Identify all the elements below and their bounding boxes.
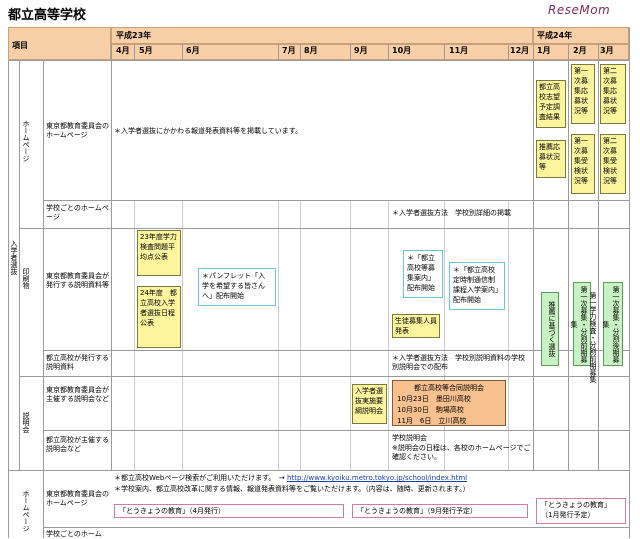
godo-title: 都立高校等合同説明会 (414, 384, 484, 392)
logo-text-1: Rese (548, 3, 580, 17)
logo-text-2: Mom (579, 3, 611, 17)
month-7: 7月 (282, 46, 296, 55)
row-school-hp: 学校ごとのホームページ (46, 204, 109, 221)
box-kyoiku-3: 「とうきょうの教育」 （1月発行予定） (536, 498, 626, 524)
row-board-info: 東京都教育委員会が主催する説明会など (46, 386, 109, 403)
godo-line-2: 10月30日 駒場高校 (397, 406, 464, 414)
month-12: 12月 (510, 46, 530, 55)
category-main: 入学者選抜 (10, 240, 18, 275)
category-print: 印刷物 (22, 268, 30, 289)
box-nittei: 24年度 都立高校入学者選抜日程公表 (137, 286, 181, 348)
note-school-info1: 学校説明会 (392, 434, 427, 442)
box-seito-boshu: 生徒募集人員発表 (392, 314, 440, 338)
month-10: 10月 (392, 46, 412, 55)
box-boshu-annai: ＊「都立高校等募集案内」配布開始 (403, 250, 443, 298)
box-first-bunkatsu-go: 第一次募集・分割後期募集 (602, 282, 623, 366)
box-first-jukken: 第一次募集受検状況等 (571, 134, 595, 194)
box-suisen-kizuku: 推薦に基づく選抜 (541, 292, 559, 366)
site-logo: ReseMom (548, 3, 610, 17)
month-1: 1月 (537, 46, 551, 55)
web-note-text: ＊都立高校Webページ検索がご利用いただけます。 → (114, 474, 285, 482)
month-4: 4月 (116, 46, 130, 55)
note-web: ＊都立高校Webページ検索がご利用いただけます。 → http://www.ky… (114, 474, 467, 483)
month-2: 2月 (573, 46, 587, 55)
note-press: ＊学校案内、都立高校改革に関する情報、報道発表資料等をご覧いただけます。（内容は… (114, 485, 470, 493)
box-gakuryoku: 23年度学力検査問題平均点公表 (137, 230, 181, 276)
month-8: 8月 (304, 46, 318, 55)
note-board-hp: ＊入学者選抜にかかわる報道発表資料等を掲載しています。 (114, 127, 303, 135)
web-url-link[interactable]: http://www.kyoiku.metro.tokyo.jp/school/… (287, 474, 467, 482)
year1-label: 平成23年 (116, 31, 152, 40)
box-first-kekka: 第一学力検査・分割前期募集 (589, 291, 597, 383)
box-second-jukken: 第二次募集受検状況等 (600, 134, 626, 194)
godo-line-1: 10月23日 墨田川高校 (397, 395, 471, 403)
box-second-boshu: 第二次募集応募状況等 (600, 64, 626, 124)
note-school-print: ＊入学者選抜方法 学校別説明資料の学校別説明会での配布 (392, 354, 525, 371)
row-school-print: 都立高校が発行する説明資料 (46, 354, 109, 371)
box-suisen: 推薦応募状況等 (536, 140, 566, 178)
row-board-hp: 東京都教育委員会のホームページ (46, 122, 109, 139)
note-school-info2: ※説明会の日程は、各校のホームページでご確認ください。 (392, 444, 531, 461)
page-title: 都立高等学校 (8, 8, 87, 23)
box-senbatsu-setsumei: 入学者選抜実施要綱説明会 (352, 384, 387, 424)
box-pamphlet: ＊パンフレット「入学を希望する皆さんへ」配布開始 (198, 268, 276, 306)
row-school-info: 都立高校が主催する説明会など (46, 436, 109, 453)
kyoiku-3-date: （1月発行予定） (541, 511, 595, 519)
note-school-hp: ＊入学者選抜方法 学校別詳細の掲載 (392, 209, 511, 217)
box-kyoiku-2: 「とうきょうの教育」（9月発行予定） (352, 504, 528, 518)
month-11: 11月 (449, 46, 469, 55)
box-first-boshu: 第一次募集応募状況等 (571, 64, 595, 124)
box-kyoiku-1: 「とうきょうの教育」（4月発行） (114, 504, 344, 518)
category-homepage: ホームページ (22, 120, 30, 162)
month-3: 3月 (600, 46, 614, 55)
row-board-print: 東京都教育委員会が発行する説明資料等 (46, 272, 109, 289)
box-teijisei: ＊「都立高校定時制通信制課程入学案内」配布開始 (449, 262, 505, 310)
godo-line-3: 11月 6日 立川高校 (397, 417, 467, 425)
month-6: 6月 (186, 46, 200, 55)
category-info: 説明会 (22, 412, 30, 433)
month-5: 5月 (139, 46, 153, 55)
year2-label: 平成24年 (537, 31, 573, 40)
box-godo: 都立高校等合同説明会 10月23日 墨田川高校 10月30日 駒場高校 11月 … (392, 380, 506, 426)
box-shibo: 都立高校志望予定調査結果 (536, 80, 566, 128)
category-homepage2: ホームページ (22, 490, 30, 532)
month-9: 9月 (354, 46, 368, 55)
row-board-hp2: 東京都教育委員会のホームページ (46, 490, 109, 507)
header-item-label: 項目 (12, 41, 28, 50)
header-year1 (111, 27, 533, 44)
kyoiku-3-title: 「とうきょうの教育」 (541, 501, 611, 509)
